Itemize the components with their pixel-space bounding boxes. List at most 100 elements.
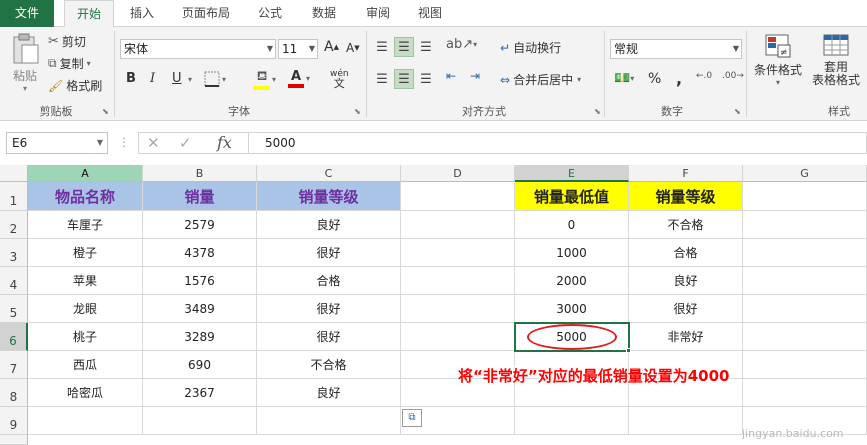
table-cell[interactable]: 1000 <box>515 239 629 267</box>
table-cell[interactable]: 良好 <box>257 211 401 239</box>
row-header-7[interactable]: 7 <box>0 351 28 379</box>
underline-dropdown-icon[interactable]: ▾ <box>188 75 192 84</box>
column-header-f[interactable]: F <box>629 165 743 182</box>
table-cell[interactable] <box>743 351 867 379</box>
decrease-indent-button[interactable]: ⇤ <box>446 69 456 83</box>
table-cell[interactable]: 车厘子 <box>28 211 143 239</box>
paste-options-icon[interactable]: ⧉ <box>402 409 422 427</box>
copy-dropdown-icon[interactable]: ▾ <box>87 59 91 68</box>
table-cell[interactable] <box>401 295 515 323</box>
header-sales-grade[interactable]: 销量等级 <box>257 182 401 211</box>
decrease-decimal-button[interactable]: .00→ <box>722 71 744 81</box>
tab-page-layout[interactable]: 页面布局 <box>172 0 240 27</box>
table-cell[interactable]: 合格 <box>629 239 743 267</box>
copy-button[interactable]: ⧉ 复制 ▾ <box>48 55 91 72</box>
orientation-button[interactable]: ab↗ ▾ <box>446 37 477 52</box>
format-as-table-button[interactable]: 套用 表格格式 <box>808 33 864 87</box>
insert-function-button[interactable]: fx <box>217 133 232 152</box>
align-middle-button[interactable]: ☰ <box>394 37 414 57</box>
table-cell[interactable]: 4378 <box>143 239 257 267</box>
table-cell[interactable] <box>629 407 743 435</box>
row-header-5[interactable]: 5 <box>0 295 28 323</box>
fill-handle[interactable] <box>626 348 631 353</box>
header-min-sales[interactable]: 销量最低值 <box>515 182 629 211</box>
paste-button[interactable]: 粘贴 ▾ <box>8 33 42 93</box>
table-cell[interactable]: 龙眼 <box>28 295 143 323</box>
table-cell[interactable] <box>28 407 143 435</box>
font-size-combo[interactable]: 11 ▼ <box>278 39 318 59</box>
table-cell[interactable] <box>743 323 867 351</box>
header-grade[interactable]: 销量等级 <box>629 182 743 211</box>
column-header-b[interactable]: B <box>143 165 257 182</box>
tab-formulas[interactable]: 公式 <box>248 0 292 27</box>
align-top-button[interactable]: ☰ <box>372 37 392 57</box>
column-header-c[interactable]: C <box>257 165 401 182</box>
underline-button[interactable]: U <box>172 71 182 86</box>
table-cell[interactable]: 2579 <box>143 211 257 239</box>
formula-input[interactable]: 5000 <box>248 132 867 154</box>
wrap-text-button[interactable]: ↵ 自动换行 <box>500 39 561 56</box>
table-cell[interactable] <box>401 211 515 239</box>
bold-button[interactable]: B <box>126 71 136 86</box>
tab-insert[interactable]: 插入 <box>120 0 164 27</box>
header-item-name[interactable]: 物品名称 <box>28 182 143 211</box>
tab-data[interactable]: 数据 <box>302 0 346 27</box>
shrink-font-button[interactable]: A ▼ <box>346 41 360 55</box>
table-cell[interactable] <box>515 407 629 435</box>
tab-review[interactable]: 审阅 <box>356 0 400 27</box>
row-header-1[interactable]: 1 <box>0 182 28 211</box>
column-header-g[interactable]: G <box>743 165 867 182</box>
increase-decimal-button[interactable]: ←.0 <box>696 71 712 81</box>
number-launcher-icon[interactable]: ⬊ <box>734 107 741 116</box>
table-cell[interactable]: 0 <box>515 211 629 239</box>
row-header-9[interactable]: 9 <box>0 407 28 435</box>
font-name-combo[interactable]: 宋体 ▼ <box>120 39 276 59</box>
comma-button[interactable]: , <box>676 69 682 88</box>
fill-color-button[interactable]: ⛾ ▾ <box>254 69 276 90</box>
tab-home[interactable]: 开始 <box>64 0 114 28</box>
table-cell[interactable]: 良好 <box>257 379 401 407</box>
font-launcher-icon[interactable]: ⬊ <box>354 107 361 116</box>
table-cell[interactable] <box>743 211 867 239</box>
align-right-button[interactable]: ☰ <box>416 69 436 89</box>
table-cell[interactable]: 3489 <box>143 295 257 323</box>
format-painter-button[interactable]: 🖌 格式刷 <box>48 77 102 94</box>
percent-button[interactable]: % <box>648 71 661 87</box>
column-header-d[interactable]: D <box>401 165 515 182</box>
table-cell[interactable]: 哈密瓜 <box>28 379 143 407</box>
row-header-3[interactable]: 3 <box>0 239 28 267</box>
table-cell[interactable]: 不合格 <box>257 351 401 379</box>
row-header-4[interactable]: 4 <box>0 267 28 295</box>
name-box[interactable]: E6 ▼ <box>6 132 108 154</box>
table-cell[interactable]: 苹果 <box>28 267 143 295</box>
table-cell[interactable] <box>257 407 401 435</box>
cut-button[interactable]: ✂ 剪切 <box>48 33 86 50</box>
table-cell[interactable]: 3289 <box>143 323 257 351</box>
tab-view[interactable]: 视图 <box>408 0 452 27</box>
table-cell[interactable]: 很好 <box>257 323 401 351</box>
column-header-a[interactable]: A <box>28 165 143 182</box>
table-cell[interactable]: 1576 <box>143 267 257 295</box>
row-header-2[interactable]: 2 <box>0 211 28 239</box>
table-cell[interactable]: 3000 <box>515 295 629 323</box>
table-cell[interactable] <box>401 239 515 267</box>
font-color-button[interactable]: A ▾ <box>288 69 310 88</box>
align-bottom-button[interactable]: ☰ <box>416 37 436 57</box>
table-cell[interactable]: 良好 <box>629 267 743 295</box>
select-all-corner[interactable] <box>0 165 28 182</box>
table-cell[interactable] <box>401 267 515 295</box>
clipboard-launcher-icon[interactable]: ⬊ <box>102 107 109 116</box>
table-cell[interactable]: 西瓜 <box>28 351 143 379</box>
table-cell[interactable] <box>743 239 867 267</box>
table-cell[interactable] <box>401 323 515 351</box>
table-cell[interactable] <box>743 379 867 407</box>
row-header-6[interactable]: 6 <box>0 323 28 351</box>
row-header-8[interactable]: 8 <box>0 379 28 407</box>
row-header-10[interactable] <box>0 435 28 445</box>
borders-button[interactable]: ▾ <box>204 71 226 87</box>
paste-dropdown-icon[interactable]: ▾ <box>23 84 27 93</box>
cell-g1[interactable] <box>743 182 867 211</box>
table-cell[interactable]: 很好 <box>257 239 401 267</box>
table-cell[interactable] <box>743 267 867 295</box>
header-sales[interactable]: 销量 <box>143 182 257 211</box>
